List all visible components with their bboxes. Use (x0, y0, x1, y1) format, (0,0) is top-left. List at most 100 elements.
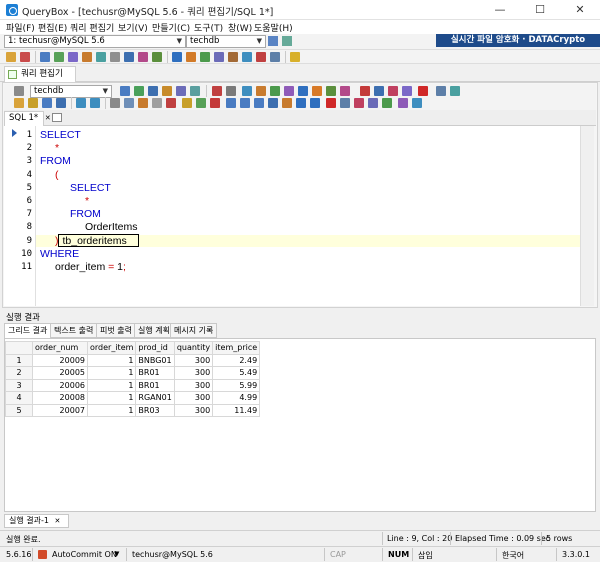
bookmark-icon[interactable] (360, 86, 370, 96)
replace-icon[interactable] (268, 98, 278, 108)
table-cell[interactable]: 1 (86, 391, 137, 405)
close-icon[interactable]: ✕ (55, 517, 61, 525)
format-icon[interactable] (176, 86, 186, 96)
zoom-in-icon[interactable] (296, 98, 306, 108)
execute-icon[interactable] (120, 86, 130, 96)
monitor-icon[interactable] (200, 52, 210, 62)
export-icon[interactable] (110, 52, 120, 62)
diagram-icon[interactable] (172, 52, 182, 62)
snippet-icon[interactable] (398, 98, 408, 108)
column-header-quantity[interactable]: quantity (173, 341, 214, 355)
new-connection-icon[interactable] (6, 52, 16, 62)
find-prev-icon[interactable] (254, 98, 264, 108)
user-icon[interactable] (186, 52, 196, 62)
layout-icon[interactable] (270, 52, 280, 62)
column-header-order-num[interactable]: order_num (32, 341, 88, 355)
tab-sql-1[interactable]: SQL 1* ✕ (4, 111, 51, 126)
search-icon[interactable] (82, 52, 92, 62)
row-header[interactable]: 2 (5, 366, 33, 380)
chevron-down-icon[interactable]: ▼ (114, 550, 119, 558)
table-cell[interactable]: 20009 (32, 353, 88, 367)
tab-text-output[interactable]: 텍스트 출력 (50, 323, 98, 338)
menu-query-editor[interactable]: 쿼리 편집기 (70, 21, 114, 34)
menu-tools[interactable]: 도구(T) (194, 21, 223, 34)
column-header-item-price[interactable]: item_price (212, 341, 261, 355)
tab-execution-plan[interactable]: 실행 계획 (134, 323, 174, 338)
record-icon[interactable] (418, 86, 428, 96)
cut-icon[interactable] (110, 98, 120, 108)
results-icon[interactable] (190, 86, 200, 96)
outdent-icon[interactable] (340, 86, 350, 96)
select-all-icon[interactable] (196, 98, 206, 108)
find-icon[interactable] (226, 98, 236, 108)
paste-special-icon[interactable] (182, 98, 192, 108)
backup-icon[interactable] (152, 52, 162, 62)
table-cell[interactable]: 20007 (32, 403, 88, 417)
copy-icon[interactable] (124, 98, 134, 108)
window-icon[interactable] (242, 52, 252, 62)
comment-icon[interactable] (298, 86, 308, 96)
save-all-icon[interactable] (56, 98, 66, 108)
execute-all-icon[interactable] (134, 86, 144, 96)
table-cell[interactable]: 20005 (32, 366, 88, 380)
macro-icon[interactable] (412, 98, 422, 108)
delete-icon[interactable] (152, 98, 162, 108)
stop-icon[interactable] (256, 52, 266, 62)
row-header-corner[interactable] (5, 341, 33, 355)
table-cell[interactable]: 20006 (32, 378, 88, 392)
table-cell[interactable]: 300 (173, 378, 214, 392)
table-cell[interactable]: BNBG01 (135, 353, 175, 367)
import-icon[interactable] (124, 52, 134, 62)
menu-view[interactable]: 보기(V) (118, 21, 148, 34)
table-cell[interactable]: 300 (173, 353, 214, 367)
menu-edit[interactable]: 편집(E) (38, 21, 67, 34)
menu-file[interactable]: 파일(F) (6, 21, 35, 34)
close-button[interactable]: ✕ (560, 0, 600, 20)
uppercase-icon[interactable] (368, 98, 378, 108)
new-file-icon[interactable] (14, 98, 24, 108)
table-cell[interactable]: 5.99 (212, 378, 261, 392)
table-cell[interactable]: 5.49 (212, 366, 261, 380)
schema-icon[interactable] (96, 52, 106, 62)
stop-icon[interactable] (226, 86, 236, 96)
connect-icon[interactable] (268, 36, 278, 46)
table-row[interactable]: 4 20008 1 RGAN01 300 4.99 (5, 391, 261, 405)
split-icon[interactable] (450, 86, 460, 96)
menu-create[interactable]: 만들기(C) (152, 21, 190, 34)
table-cell[interactable]: 1 (86, 378, 137, 392)
results-grid[interactable]: order_num order_item prod_id quantity it… (5, 341, 261, 417)
log-icon[interactable] (228, 52, 238, 62)
history-icon[interactable] (284, 86, 294, 96)
undo-icon[interactable] (76, 98, 86, 108)
zoom-out-icon[interactable] (310, 98, 320, 108)
next-bookmark-icon[interactable] (374, 86, 384, 96)
refresh-icon[interactable] (282, 36, 292, 46)
disconnect-icon[interactable] (20, 52, 30, 62)
paste-icon[interactable] (138, 98, 148, 108)
settings-icon[interactable] (290, 52, 300, 62)
menu-help[interactable]: 도움말(H) (254, 21, 293, 34)
clear-bookmark-icon[interactable] (402, 86, 412, 96)
transaction-icon[interactable] (270, 86, 280, 96)
table-cell[interactable]: BR03 (135, 403, 175, 417)
column-header-prod-id[interactable]: prod_id (135, 341, 175, 355)
process-icon[interactable] (214, 52, 224, 62)
table-cell[interactable]: 300 (173, 391, 214, 405)
table-cell[interactable]: RGAN01 (135, 391, 175, 405)
editor-vertical-scrollbar[interactable] (580, 126, 594, 306)
table-icon[interactable] (68, 52, 78, 62)
table-cell[interactable]: 300 (173, 366, 214, 380)
explain-icon[interactable] (162, 86, 172, 96)
row-header[interactable]: 4 (5, 391, 33, 405)
table-cell[interactable]: 300 (173, 403, 214, 417)
open-folder-icon[interactable] (28, 98, 38, 108)
execute-selection-icon[interactable] (148, 86, 158, 96)
options-icon[interactable] (14, 86, 24, 96)
find-next-icon[interactable] (240, 98, 250, 108)
lowercase-icon[interactable] (382, 98, 392, 108)
tab-message-log[interactable]: 메시지 기록 (170, 323, 218, 338)
new-tab-icon[interactable] (52, 113, 62, 122)
close-icon[interactable]: ✕ (45, 114, 51, 122)
object-browser-icon[interactable] (40, 52, 50, 62)
row-header[interactable]: 3 (5, 378, 33, 392)
